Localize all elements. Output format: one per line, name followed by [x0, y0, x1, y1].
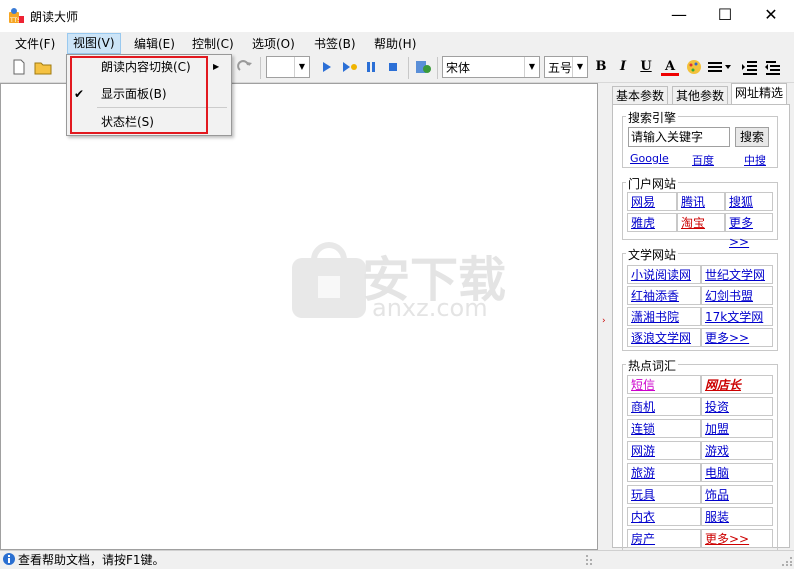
portal-link[interactable]: 腾讯 [677, 192, 725, 211]
tab-basic-params[interactable]: 基本参数 [612, 86, 669, 106]
app-icon: TTS [8, 7, 26, 25]
collapse-arrow-icon[interactable]: › [602, 316, 606, 326]
hot-word-link[interactable]: 连锁 [627, 419, 701, 438]
literature-link[interactable]: 17k文学网 [701, 307, 773, 326]
maximize-button[interactable]: ☐ [702, 0, 748, 32]
literature-link[interactable]: 世纪文学网 [701, 265, 773, 284]
hot-word-link[interactable]: 玩具 [627, 485, 701, 504]
speech-settings-icon[interactable] [414, 58, 432, 76]
indent-icon[interactable] [764, 58, 782, 76]
voice-select[interactable]: ▼ [266, 56, 310, 78]
window-resize-grip-icon[interactable] [781, 554, 793, 566]
highlight-annotation-box [70, 56, 208, 134]
literature-link[interactable]: 潇湘书院 [627, 307, 701, 326]
hot-word-link[interactable]: 内衣 [627, 507, 701, 526]
literature-link[interactable]: 小说阅读网 [627, 265, 701, 284]
redo-icon[interactable] [236, 58, 254, 76]
font-size-value: 五号 [548, 61, 573, 75]
resize-grip-icon[interactable] [585, 553, 595, 565]
menu-file[interactable]: 文件(F) [10, 35, 60, 53]
portal-more-link[interactable]: 更多>> [725, 213, 773, 249]
literature-link[interactable]: 红袖添香 [627, 286, 701, 305]
literature-link[interactable]: 幻剑书盟 [701, 286, 773, 305]
line-spacing-icon[interactable] [707, 58, 731, 76]
portal-link[interactable]: 淘宝 [677, 213, 725, 232]
hot-word-link[interactable]: 电脑 [701, 463, 773, 482]
tab-url-picks[interactable]: 网址精选 [731, 83, 788, 105]
outdent-icon[interactable] [741, 58, 759, 76]
status-text: 查看帮助文档，请按F1键。 [18, 553, 165, 567]
font-select[interactable]: 宋体 ▼ [442, 56, 540, 78]
chevron-down-icon: ▼ [524, 57, 539, 77]
hot-word-link[interactable]: 房产 [627, 529, 701, 548]
hot-word-link[interactable]: 网游 [627, 441, 701, 460]
watermark-logo-icon [288, 242, 370, 322]
hot-words-group-label: 热点词汇 [626, 357, 679, 374]
underline-button[interactable]: U [637, 58, 655, 76]
hot-word-link[interactable]: 服装 [701, 507, 773, 526]
palette-icon[interactable] [685, 58, 703, 76]
toolbar-separator [408, 57, 409, 79]
hot-word-link[interactable]: 投资 [701, 397, 773, 416]
menu-help[interactable]: 帮助(H) [369, 35, 421, 53]
play-from-cursor-icon[interactable] [340, 58, 358, 76]
watermark-subtext: anxz.com [372, 294, 488, 322]
portal-link[interactable]: 雅虎 [627, 213, 677, 232]
hot-word-link[interactable]: 短信 [627, 375, 701, 394]
minimize-button[interactable]: — [656, 0, 702, 32]
menu-control[interactable]: 控制(C) [187, 35, 239, 53]
hot-word-link[interactable]: 商机 [627, 397, 701, 416]
hot-word-link[interactable]: 网店长 [701, 375, 773, 394]
portal-link[interactable]: 网易 [627, 192, 677, 211]
hot-word-link[interactable]: 加盟 [701, 419, 773, 438]
literature-group-label: 文学网站 [626, 246, 679, 263]
new-file-icon[interactable] [10, 58, 28, 76]
literature-more-link[interactable]: 更多>> [701, 328, 773, 347]
hot-word-link[interactable]: 旅游 [627, 463, 701, 482]
toolbar-separator [260, 57, 261, 79]
tab-other-params[interactable]: 其他参数 [672, 86, 729, 106]
submenu-arrow-icon: ▶ [213, 62, 220, 71]
close-button[interactable]: ✕ [748, 0, 794, 32]
menu-bookmarks[interactable]: 书签(B) [309, 35, 361, 53]
open-folder-icon[interactable] [34, 58, 52, 76]
font-value: 宋体 [446, 61, 471, 75]
stop-icon[interactable] [384, 58, 402, 76]
chevron-down-icon: ▼ [572, 57, 587, 77]
engine-google-link[interactable]: Google [630, 152, 669, 165]
chevron-down-icon: ▼ [294, 57, 309, 77]
font-size-select[interactable]: 五号 ▼ [544, 56, 588, 78]
info-icon [3, 553, 15, 565]
bold-button[interactable]: B [592, 58, 610, 76]
hot-word-link[interactable]: 游戏 [701, 441, 773, 460]
portal-group-label: 门户网站 [626, 175, 679, 192]
menu-edit[interactable]: 编辑(E) [129, 35, 180, 53]
menu-options[interactable]: 选项(O) [247, 35, 300, 53]
play-icon[interactable] [318, 58, 336, 76]
engine-baidu-link[interactable]: 百度 [692, 152, 714, 168]
menu-view[interactable]: 视图(V) [67, 33, 121, 54]
window-title: 朗读大师 [30, 10, 79, 24]
hot-word-link[interactable]: 饰品 [701, 485, 773, 504]
pause-icon[interactable] [362, 58, 380, 76]
search-button[interactable]: 搜索 [735, 127, 769, 147]
search-group-label: 搜索引擎 [626, 109, 679, 126]
font-color-button[interactable]: A [661, 58, 679, 76]
search-input[interactable]: 请输入关键字 [628, 127, 730, 147]
engine-zhongsou-link[interactable]: 中搜 [744, 152, 766, 168]
italic-button[interactable]: I [614, 58, 632, 76]
portal-link[interactable]: 搜狐 [725, 192, 773, 211]
toolbar-separator [437, 57, 438, 79]
hot-words-more-link[interactable]: 更多>> [701, 529, 773, 548]
literature-link[interactable]: 逐浪文学网 [627, 328, 701, 347]
